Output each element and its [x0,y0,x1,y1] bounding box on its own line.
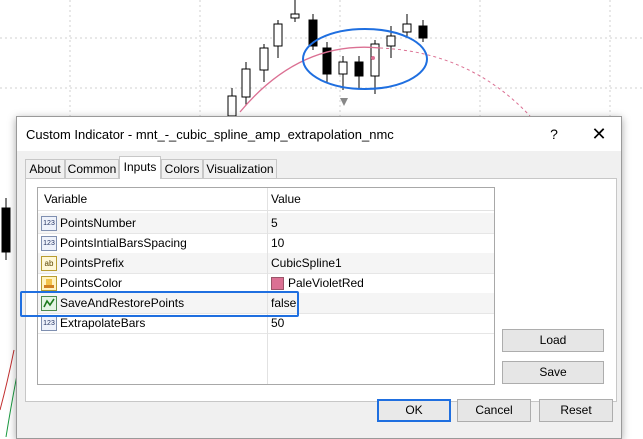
integer-type-icon: 123 [41,236,57,251]
grid-header: Variable Value [38,188,494,211]
string-type-icon: ab [41,256,57,271]
integer-type-icon: 123 [41,216,57,231]
load-button[interactable]: Load [502,329,604,352]
ok-button[interactable]: OK [377,399,451,422]
integer-type-icon: 123 [41,316,57,331]
column-divider[interactable] [267,188,268,384]
help-button[interactable]: ? [541,123,567,145]
table-row[interactable]: 123 PointsNumber 5 [38,213,494,234]
variable-name: PointsColor [60,276,123,290]
cancel-button[interactable]: Cancel [457,399,531,422]
table-row[interactable]: 123 PointsIntialBarsSpacing 10 [38,233,494,254]
tab-about[interactable]: About [25,159,65,178]
table-row[interactable]: ab PointsPrefix CubicSpline1 [38,253,494,274]
column-header-value[interactable]: Value [271,192,301,206]
variable-name: PointsNumber [60,216,137,230]
variable-name: PointsPrefix [60,256,125,270]
variable-value[interactable]: PaleVioletRed [288,276,364,290]
dialog-title: Custom Indicator - mnt_-_cubic_spline_am… [26,127,394,142]
inputs-panel: Variable Value 123 PointsNumber 5 123 Po… [25,178,617,402]
color-swatch[interactable] [271,277,284,290]
variable-value[interactable]: 5 [271,216,278,230]
dialog-titlebar: Custom Indicator - mnt_-_cubic_spline_am… [17,117,621,151]
save-button[interactable]: Save [502,361,604,384]
variable-value[interactable]: 50 [271,316,284,330]
tab-inputs[interactable]: Inputs [119,156,161,179]
arrow-marker-icon [340,98,348,106]
spline-point [371,56,375,60]
annotation-highlight-box [20,291,299,317]
column-header-variable[interactable]: Variable [44,192,87,206]
reset-button[interactable]: Reset [539,399,613,422]
tab-visualization[interactable]: Visualization [203,159,277,178]
variable-name: ExtrapolateBars [60,316,146,330]
color-type-icon [41,276,57,291]
tab-common[interactable]: Common [65,159,119,178]
chart-grid [0,0,643,116]
inputs-grid: Variable Value 123 PointsNumber 5 123 Po… [37,187,495,385]
variable-value[interactable]: 10 [271,236,284,250]
variable-value[interactable]: CubicSpline1 [271,256,342,270]
close-icon[interactable]: ✕ [587,122,611,146]
custom-indicator-dialog: Custom Indicator - mnt_-_cubic_spline_am… [16,116,622,439]
tab-colors[interactable]: Colors [161,159,203,178]
variable-name: PointsIntialBarsSpacing [60,236,187,250]
